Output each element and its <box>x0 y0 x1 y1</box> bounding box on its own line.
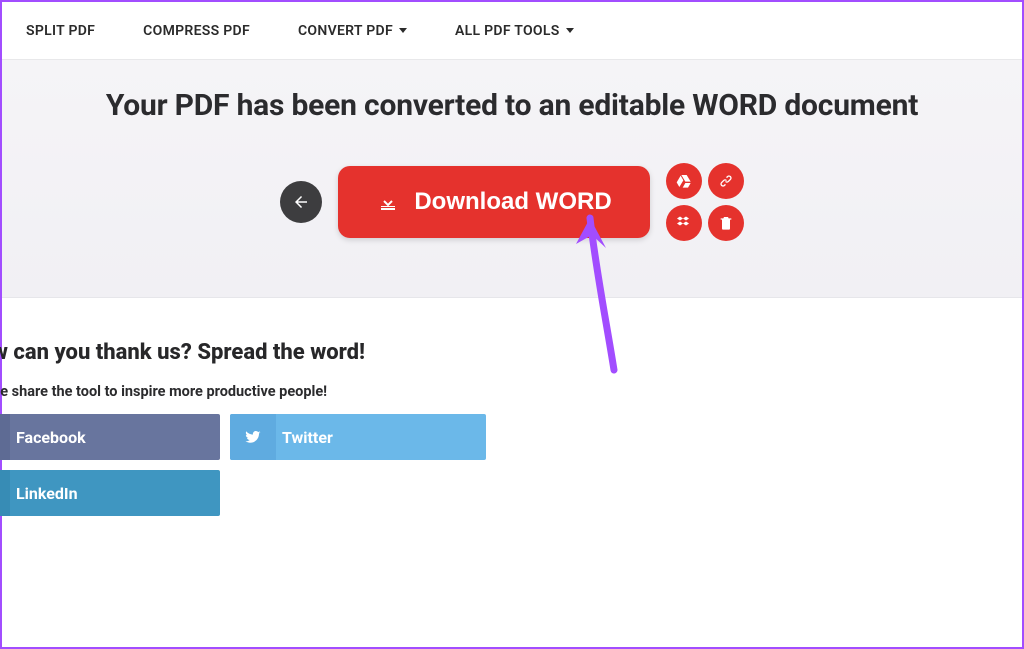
back-button[interactable] <box>280 181 322 223</box>
download-word-button[interactable]: Download WORD <box>338 166 649 238</box>
secondary-actions <box>666 163 744 241</box>
arrow-left-icon <box>292 193 310 211</box>
trash-icon <box>718 215 734 231</box>
nav-split-pdf[interactable]: SPLIT PDF <box>26 23 95 39</box>
google-drive-icon <box>676 173 692 189</box>
hero-section: Your PDF has been converted to an editab… <box>2 60 1022 298</box>
nav-all-pdf-tools[interactable]: ALL PDF TOOLS <box>455 23 574 39</box>
save-to-drive-button[interactable] <box>666 163 702 199</box>
link-icon <box>718 173 734 189</box>
download-icon <box>376 190 400 214</box>
share-link-button[interactable] <box>708 163 744 199</box>
share-heading: How can you thank us? Spread the word! <box>0 340 1022 365</box>
share-label: LinkedIn <box>10 484 78 503</box>
share-linkedin-button[interactable]: LinkedIn <box>0 470 220 516</box>
save-to-dropbox-button[interactable] <box>666 205 702 241</box>
download-label: Download WORD <box>414 188 611 216</box>
twitter-icon <box>230 414 276 460</box>
nav-compress-pdf[interactable]: COMPRESS PDF <box>143 23 250 39</box>
nav-convert-pdf[interactable]: CONVERT PDF <box>298 23 407 39</box>
chevron-down-icon <box>566 28 574 33</box>
share-row-2: LinkedIn <box>0 470 1022 516</box>
nav-label: CONVERT PDF <box>298 23 393 39</box>
share-facebook-button[interactable]: Facebook <box>0 414 220 460</box>
facebook-icon <box>0 414 10 460</box>
nav-label: SPLIT PDF <box>26 23 95 39</box>
nav-label: ALL PDF TOOLS <box>455 23 560 39</box>
share-subheading: Please share the tool to inspire more pr… <box>0 383 1022 400</box>
action-row: Download WORD <box>2 163 1022 241</box>
share-twitter-button[interactable]: Twitter <box>230 414 486 460</box>
share-row-1: Facebook Twitter <box>0 414 1022 460</box>
share-label: Twitter <box>276 428 333 447</box>
chevron-down-icon <box>399 28 407 33</box>
linkedin-icon <box>0 470 10 516</box>
nav-label: COMPRESS PDF <box>143 23 250 39</box>
dropbox-icon <box>676 215 692 231</box>
delete-button[interactable] <box>708 205 744 241</box>
page-title: Your PDF has been converted to an editab… <box>2 88 1022 123</box>
share-section: How can you thank us? Spread the word! P… <box>0 298 1022 516</box>
share-label: Facebook <box>10 428 86 447</box>
top-nav: SPLIT PDF COMPRESS PDF CONVERT PDF ALL P… <box>2 2 1022 60</box>
